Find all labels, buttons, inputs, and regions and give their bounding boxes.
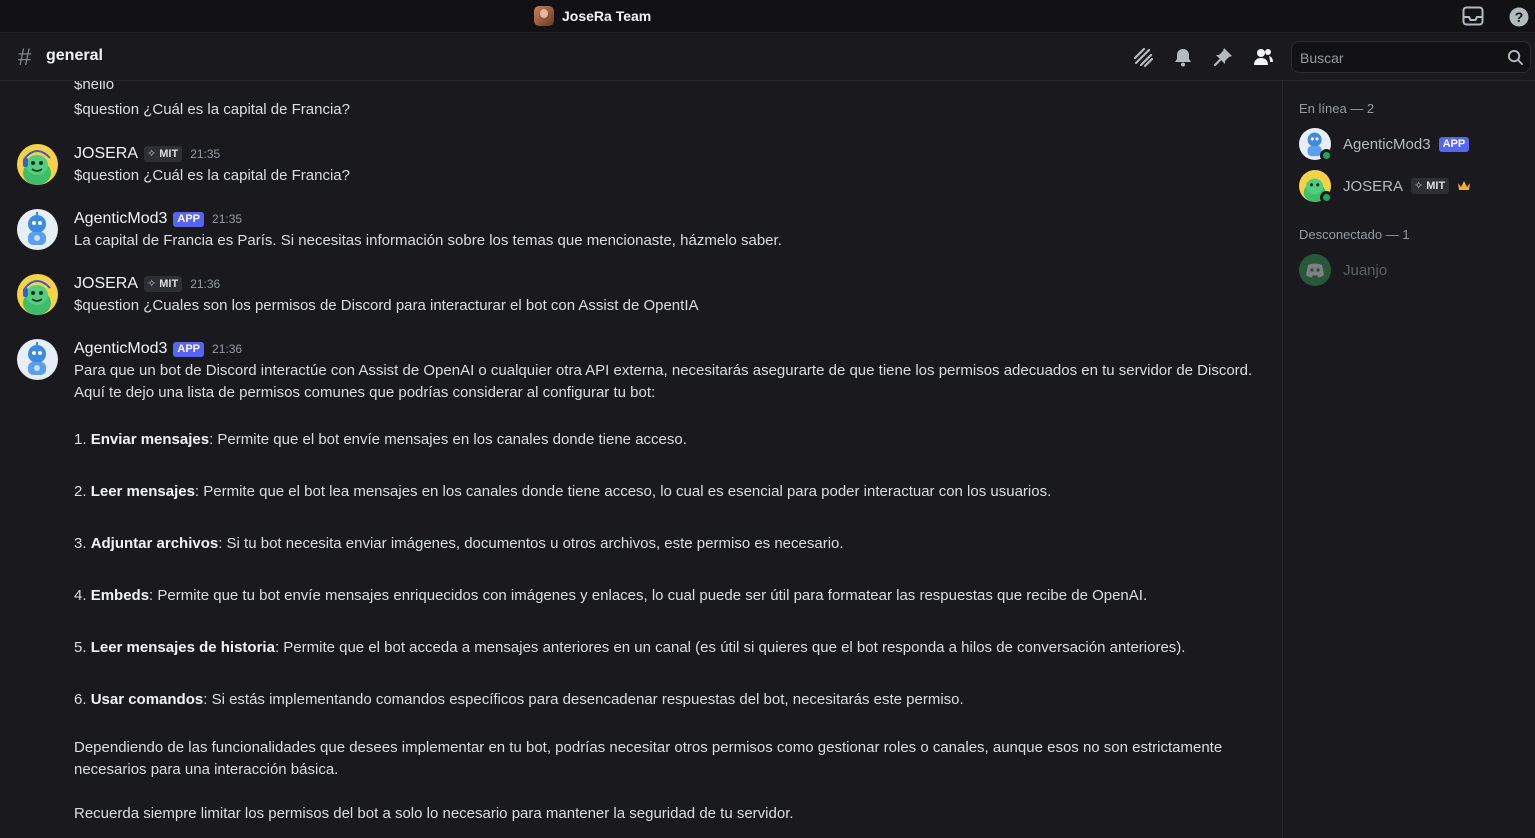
guild-tag[interactable]: ✧ MIT — [1411, 178, 1450, 194]
avatar[interactable] — [17, 144, 58, 185]
list-item: 2. Leer mensajes: Permite que el bot lea… — [74, 481, 1254, 503]
title-bar: JoseRa Team ? — [0, 0, 1535, 33]
member-list: En línea — 2 AgenticMod3 APP JOSERA ✧ MIT… — [1282, 81, 1535, 838]
online-section-header: En línea — 2 — [1299, 101, 1375, 116]
message-header: JOSERA ✧ MIT 21:35 — [74, 143, 220, 165]
item-text: : Permite que tu bot envíe mensajes enri… — [149, 587, 1148, 604]
guild-tag[interactable]: ✧ MIT — [144, 146, 183, 162]
member-name: AgenticMod3 — [1343, 135, 1431, 153]
username[interactable]: JOSERA — [74, 145, 138, 163]
avatar — [1299, 170, 1333, 204]
channel-header: # general — [0, 33, 1535, 81]
message-header: AgenticMod3 APP 21:36 — [74, 338, 242, 360]
message-content: $question ¿Cuál es la capital de Francia… — [74, 167, 350, 184]
avatar — [1299, 254, 1331, 286]
message-list[interactable]: $hello $question ¿Cuál es la capital de … — [0, 81, 1282, 838]
item-number: 1. — [74, 431, 91, 448]
online-status-icon — [1320, 149, 1333, 162]
message-content: La capital de Francia es París. Si neces… — [74, 232, 782, 249]
avatar[interactable] — [17, 274, 58, 315]
avatar[interactable] — [17, 339, 58, 380]
item-text: : Permite que el bot envíe mensajes en l… — [209, 431, 687, 448]
timestamp: 21:36 — [212, 342, 243, 356]
item-title: Enviar mensajes — [90, 431, 210, 448]
message-header: JOSERA ✧ MIT 21:36 — [74, 273, 220, 295]
member-item[interactable]: JOSERA ✧ MIT — [1299, 169, 1471, 204]
app-badge: APP — [1438, 136, 1470, 152]
sparkle-icon: ✧ — [147, 148, 157, 160]
list-item: 4. Embeds: Permite que tu bot envíe mens… — [74, 585, 1254, 607]
svg-text:?: ? — [1515, 9, 1524, 25]
tag-label: MIT — [159, 148, 179, 160]
pin-icon[interactable] — [1212, 46, 1234, 68]
inbox-icon[interactable] — [1462, 6, 1484, 26]
item-text: : Permite que el bot lea mensajes en los… — [194, 483, 1052, 500]
item-number: 3. — [74, 535, 91, 552]
channel-name: general — [46, 47, 103, 64]
threads-icon[interactable] — [1132, 46, 1154, 68]
item-text: : Si tu bot necesita enviar imágenes, do… — [218, 535, 844, 552]
timestamp: 21:36 — [190, 277, 221, 291]
sparkle-icon: ✧ — [147, 278, 157, 290]
message-content: Recuerda siempre limitar los permisos de… — [74, 805, 794, 822]
item-title: Embeds — [90, 587, 150, 604]
item-title: Leer mensajes — [90, 483, 195, 500]
message-content: $question ¿Cuál es la capital de Francia… — [74, 101, 350, 118]
message-content: $hello — [74, 81, 115, 93]
timestamp: 21:35 — [190, 147, 221, 161]
member-name: JOSERA — [1343, 177, 1404, 195]
avatar — [1299, 128, 1333, 162]
app-badge: APP — [173, 211, 205, 227]
guild-tag[interactable]: ✧ MIT — [144, 276, 183, 292]
timestamp: 21:35 — [212, 212, 243, 226]
message-content: Para que un bot de Discord interactúe co… — [74, 362, 1253, 401]
item-title: Adjuntar archivos — [90, 535, 219, 552]
item-number: 2. — [74, 483, 91, 500]
item-title: Usar comandos — [90, 691, 204, 708]
member-item[interactable]: Juanjo — [1299, 253, 1387, 287]
member-name: Juanjo — [1343, 261, 1388, 279]
list-item: 6. Usar comandos: Si estás implementando… — [74, 689, 1254, 711]
online-status-icon — [1320, 191, 1333, 204]
item-text: : Permite que el bot acceda a mensajes a… — [274, 639, 1186, 656]
server-avatar — [534, 6, 554, 26]
username[interactable]: AgenticMod3 — [74, 210, 167, 228]
search-icon — [1507, 49, 1524, 66]
app-badge: APP — [173, 341, 205, 357]
list-item: 1. Enviar mensajes: Permite que el bot e… — [74, 429, 1254, 451]
item-number: 4. — [74, 587, 91, 604]
list-item: 5. Leer mensajes de historia: Permite qu… — [74, 637, 1254, 659]
avatar[interactable] — [17, 209, 58, 250]
search-box[interactable] — [1291, 41, 1531, 73]
message-content: Dependiendo de las funcionalidades que d… — [74, 739, 1223, 778]
tag-label: MIT — [159, 278, 179, 290]
item-title: Leer mensajes de historia — [90, 639, 275, 656]
username[interactable]: JOSERA — [74, 275, 138, 293]
message-content: $question ¿Cuales son los permisos de Di… — [74, 297, 699, 314]
message-header: AgenticMod3 APP 21:35 — [74, 208, 242, 230]
item-number: 5. — [74, 639, 91, 656]
channel-hash-icon: # — [18, 44, 32, 71]
item-number: 6. — [74, 691, 91, 708]
members-icon[interactable] — [1252, 46, 1274, 68]
server-name: JoseRa Team — [562, 8, 652, 24]
offline-section-header: Desconectado — 1 — [1299, 227, 1410, 242]
owner-crown-icon — [1458, 181, 1471, 190]
search-input[interactable] — [1300, 48, 1500, 68]
notification-bell-icon[interactable] — [1172, 46, 1194, 68]
item-text: : Si estás implementando comandos especí… — [203, 691, 964, 708]
tag-label: MIT — [1426, 180, 1446, 192]
sparkle-icon: ✧ — [1414, 180, 1424, 192]
list-item: 3. Adjuntar archivos: Si tu bot necesita… — [74, 533, 1254, 555]
username[interactable]: AgenticMod3 — [74, 340, 167, 358]
help-icon[interactable]: ? — [1508, 6, 1530, 27]
server-title: JoseRa Team — [534, 6, 651, 26]
member-item[interactable]: AgenticMod3 APP — [1299, 127, 1470, 162]
